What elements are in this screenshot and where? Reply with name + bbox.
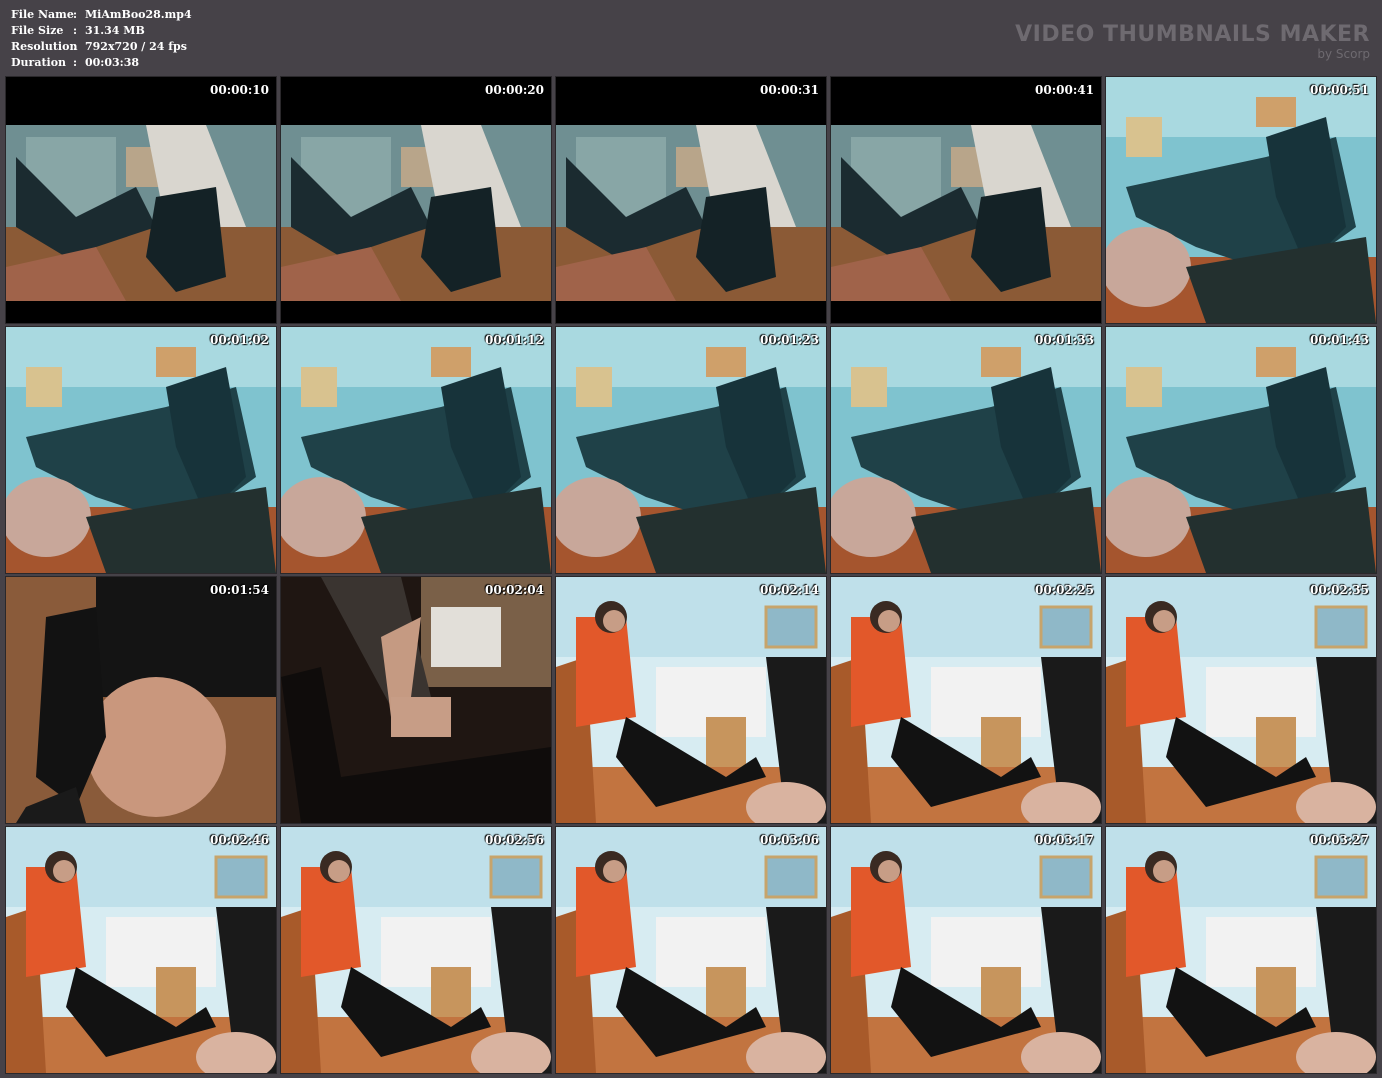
thumbnail: 00:02:35	[1106, 577, 1376, 823]
file-name-value: MiAmBoo28.mp4	[85, 8, 192, 21]
frame-image	[831, 327, 1101, 573]
thumbnail: 00:00:20	[281, 77, 551, 323]
duration-label: Duration	[11, 56, 67, 69]
frame-image	[1106, 577, 1376, 823]
resolution-label: Resolution	[11, 40, 78, 53]
timestamp: 00:01:02	[210, 333, 269, 347]
timestamp: 00:00:10	[210, 83, 269, 97]
timestamp: 00:03:06	[760, 833, 819, 847]
timestamp: 00:02:25	[1035, 583, 1094, 597]
thumbnail: 00:00:51	[1106, 77, 1376, 323]
thumbnail: 00:01:23	[556, 327, 826, 573]
brand-title: VIDEO THUMBNAILS MAKER	[1015, 22, 1370, 47]
file-name-label: File Name	[11, 8, 74, 21]
file-info-row: File Name: MiAmBoo28.mp4	[11, 8, 192, 21]
frame-image	[831, 577, 1101, 823]
frame-image	[556, 327, 826, 573]
frame-image	[281, 77, 551, 323]
frame-image	[6, 327, 276, 573]
thumbnail: 00:02:14	[556, 577, 826, 823]
timestamp: 00:00:41	[1035, 83, 1094, 97]
frame-image	[281, 577, 551, 823]
file-info-row: Duration:00:03:38	[11, 56, 140, 69]
frame-image	[556, 827, 826, 1073]
thumbnail: 00:03:06	[556, 827, 826, 1073]
resolution-value: 792x720 / 24 fps	[85, 40, 187, 53]
thumbnail: 00:03:27	[1106, 827, 1376, 1073]
timestamp: 00:00:31	[760, 83, 819, 97]
file-info-panel: File Name: MiAmBoo28.mp4 File Size:31.34 …	[11, 7, 192, 71]
timestamp: 00:00:51	[1310, 83, 1369, 97]
timestamp: 00:03:27	[1310, 833, 1369, 847]
thumbnail: 00:00:10	[6, 77, 276, 323]
thumbnail: 00:00:31	[556, 77, 826, 323]
thumbnail: 00:03:17	[831, 827, 1101, 1073]
thumbnail: 00:01:43	[1106, 327, 1376, 573]
frame-image	[1106, 327, 1376, 573]
timestamp: 00:01:54	[210, 583, 269, 597]
timestamp: 00:01:43	[1310, 333, 1369, 347]
frame-image	[281, 327, 551, 573]
frame-image	[556, 577, 826, 823]
thumbnail: 00:02:04	[281, 577, 551, 823]
frame-image	[6, 577, 276, 823]
frame-image	[556, 77, 826, 323]
file-info-row: Resolution:792x720 / 24 fps	[11, 40, 187, 53]
file-size-label: File Size	[11, 24, 64, 37]
timestamp: 00:02:56	[485, 833, 544, 847]
frame-image	[831, 77, 1101, 323]
thumbnail: 00:02:25	[831, 577, 1101, 823]
timestamp: 00:02:04	[485, 583, 544, 597]
thumbnail: 00:01:02	[6, 327, 276, 573]
thumbnail: 00:01:12	[281, 327, 551, 573]
timestamp: 00:01:12	[485, 333, 544, 347]
frame-image	[281, 827, 551, 1073]
frame-image	[6, 77, 276, 323]
timestamp: 00:01:23	[760, 333, 819, 347]
frame-image	[1106, 827, 1376, 1073]
thumbnail: 00:02:56	[281, 827, 551, 1073]
timestamp: 00:00:20	[485, 83, 544, 97]
file-size-value: 31.34 MB	[85, 24, 145, 37]
thumbnail: 00:00:41	[831, 77, 1101, 323]
timestamp: 00:02:14	[760, 583, 819, 597]
thumbnail: 00:01:33	[831, 327, 1101, 573]
frame-image	[1106, 77, 1376, 323]
thumbnail: 00:02:46	[6, 827, 276, 1073]
frame-image	[831, 827, 1101, 1073]
timestamp: 00:03:17	[1035, 833, 1094, 847]
timestamp: 00:01:33	[1035, 333, 1094, 347]
thumbnail-grid: 00:00:10 00:00:20 00:00:31 00:00:41 00:0…	[6, 77, 1376, 1073]
thumbnail: 00:01:54	[6, 577, 276, 823]
brand-watermark: VIDEO THUMBNAILS MAKER by Scorp	[1015, 22, 1370, 60]
frame-image	[6, 827, 276, 1073]
timestamp: 00:02:35	[1310, 583, 1369, 597]
duration-value: 00:03:38	[85, 56, 140, 69]
timestamp: 00:02:46	[210, 833, 269, 847]
file-info-row: File Size:31.34 MB	[11, 24, 145, 37]
brand-subtitle: by Scorp	[1317, 47, 1370, 61]
